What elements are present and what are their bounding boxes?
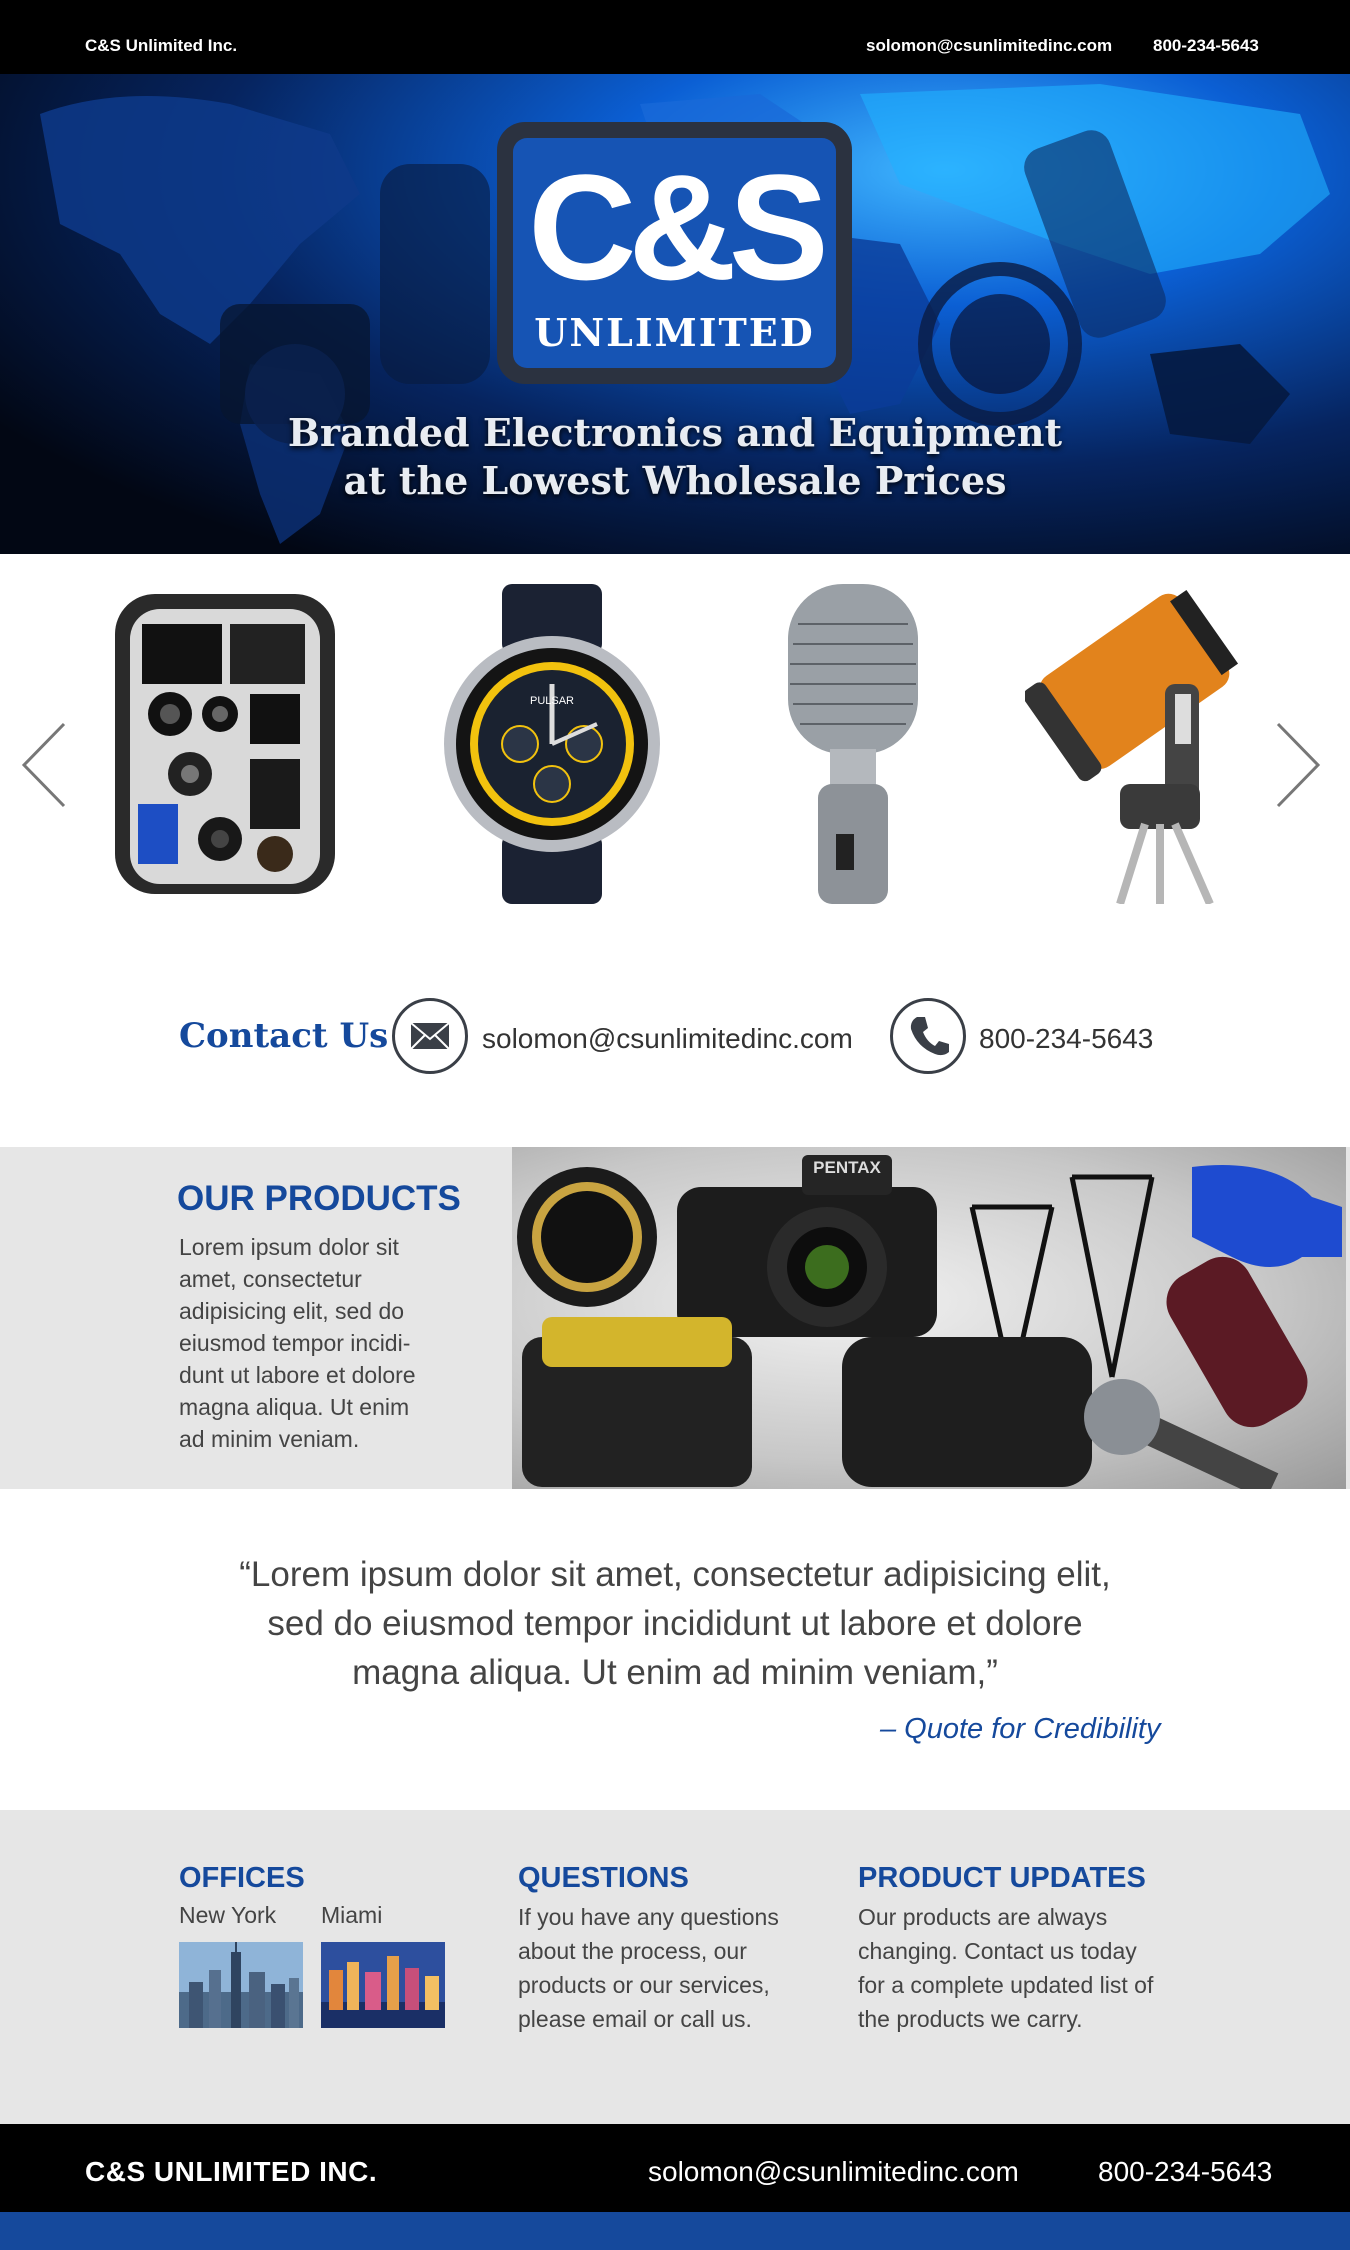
questions-title: QUESTIONS [518, 1862, 689, 1894]
products-collage-image: PENTAX [512, 1147, 1346, 1489]
products-title: OUR PRODUCTS [177, 1179, 461, 1218]
testimonial-quote: “Lorem ipsum dolor sit amet, consectetur… [0, 1550, 1350, 1697]
camera-backpack-image [115, 594, 335, 894]
carousel-item-telescope[interactable] [1025, 584, 1255, 904]
office-city-new-york: New York [179, 1902, 277, 1928]
quote-line3: magna aliqua. Ut enim ad minim veniam,” [352, 1653, 998, 1692]
product-updates-title: PRODUCT UPDATES [858, 1862, 1146, 1894]
info-section: OFFICES New York Miami QUESTIONS If you [0, 1810, 1350, 2124]
carousel-item-backpack[interactable] [110, 584, 340, 904]
contact-phone-link[interactable]: 800-234-5643 [979, 1023, 1153, 1055]
telescope-image [1025, 589, 1239, 904]
office-city-miami: Miami [321, 1902, 383, 1928]
footer-phone-link[interactable]: 800-234-5643 [1098, 2156, 1272, 2188]
contact-email-link[interactable]: solomon@csunlimitedinc.com [482, 1023, 853, 1055]
phone-icon[interactable] [890, 998, 966, 1074]
miami-skyline-image[interactable] [321, 1942, 445, 2028]
watch-brand-text: PULSAR [530, 695, 574, 707]
footer-accent-strip [0, 2212, 1350, 2250]
top-bar: C&S Unlimited Inc. solomon@csunlimitedin… [0, 0, 1350, 74]
carousel-item-watch[interactable]: PULSAR [432, 584, 672, 904]
product-carousel: PULSAR [0, 554, 1350, 924]
microphone-image [788, 584, 918, 904]
questions-text: If you have any questions about the proc… [518, 1904, 779, 2032]
top-bar-email-link[interactable]: solomon@csunlimitedinc.com [866, 36, 1112, 56]
chevron-left-icon [21, 722, 66, 808]
contact-section: Contact Us solomon@csunlimitedinc.com 80… [0, 980, 1350, 1080]
carousel-next-button[interactable] [1272, 720, 1322, 810]
contact-title: Contact Us [179, 1016, 389, 1056]
hero-tagline-line1: Branded Electronics and Equipment [287, 410, 1063, 455]
our-products-section: OUR PRODUCTS Lorem ipsum dolor sit amet,… [0, 1147, 1350, 1489]
logo-mark: C&S [528, 143, 829, 311]
footer: C&S UNLIMITED INC. solomon@csunlimitedin… [0, 2124, 1350, 2212]
products-description: Lorem ipsum dolor sit amet, consectetur … [179, 1234, 416, 1452]
carousel-item-microphone[interactable] [778, 584, 928, 904]
new-york-skyline-image[interactable] [179, 1942, 303, 2028]
chevron-right-icon [1276, 722, 1321, 808]
top-bar-phone-link[interactable]: 800-234-5643 [1153, 36, 1259, 56]
product-updates-text: Our products are always changing. Contac… [858, 1904, 1154, 2032]
footer-brand[interactable]: C&S UNLIMITED INC. [85, 2156, 377, 2188]
camera-brand-text: PENTAX [813, 1158, 881, 1177]
quote-line1: “Lorem ipsum dolor sit amet, consectetur… [239, 1555, 1111, 1594]
offices-title: OFFICES [179, 1862, 305, 1894]
company-logo[interactable]: C&S UNLIMITED [497, 122, 852, 384]
logo-wordmark: UNLIMITED [534, 310, 815, 355]
pulsar-watch-image: PULSAR [444, 584, 660, 904]
hero-banner: C&S UNLIMITED Branded Electronics and Eq… [0, 74, 1350, 554]
top-bar-brand[interactable]: C&S Unlimited Inc. [85, 36, 237, 56]
hero-tagline-line2: at the Lowest Wholesale Prices [343, 458, 1007, 503]
envelope-icon[interactable] [392, 998, 468, 1074]
quote-attribution: – Quote for Credibility [880, 1713, 1161, 1745]
footer-email-link[interactable]: solomon@csunlimitedinc.com [648, 2156, 1019, 2188]
quote-line2: sed do eiusmod tempor incididunt ut labo… [267, 1604, 1083, 1643]
carousel-prev-button[interactable] [20, 720, 70, 810]
